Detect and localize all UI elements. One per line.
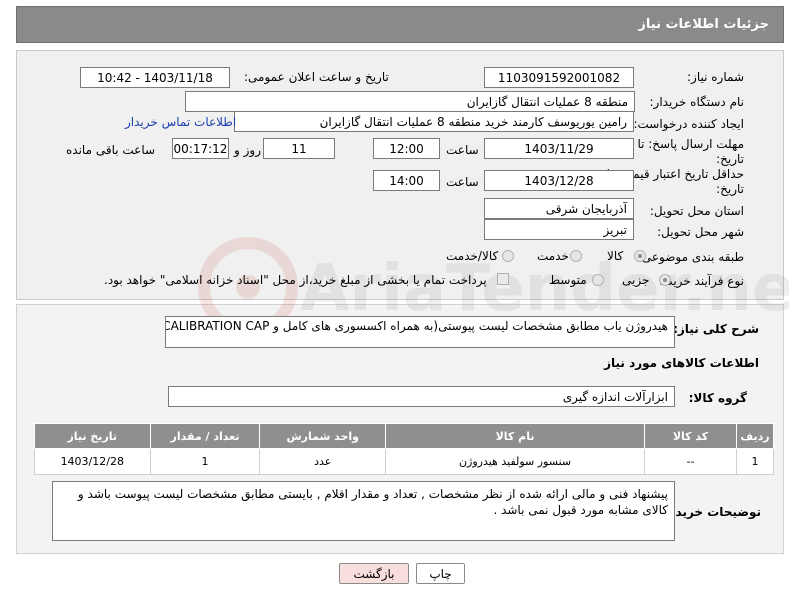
buyer-contact-link[interactable]: اطلاعات تماس خریدار: [125, 115, 236, 129]
page-header: جزئیات اطلاعات نیاز: [16, 6, 784, 43]
remaining-time-field: 00:17:12: [172, 138, 229, 159]
cell-need-date: 1403/12/28: [34, 448, 151, 475]
description-label: شرح کلی نیاز:: [673, 322, 759, 336]
deadline-label: مهلت ارسال پاسخ: تا: [637, 137, 744, 151]
goods-group-label: گروه کالا:: [688, 391, 747, 405]
col-need-date: تاریخ نیاز: [34, 423, 151, 449]
treasury-payment-checkbox[interactable]: [497, 273, 509, 285]
col-unit: واحد شمارش: [259, 423, 387, 449]
purchase-minor-label: جزیی: [622, 273, 650, 287]
deadline-date-label: تاریخ:: [716, 152, 744, 166]
col-row-number: ردیف: [736, 423, 774, 449]
category-goods-radio[interactable]: [634, 250, 646, 262]
treasury-payment-note: پرداخت تمام یا بخشی از مبلغ خرید،از محل …: [104, 273, 487, 287]
announce-date-field: 1403/11/18 - 10:42: [80, 67, 230, 88]
days-remaining-field: 11: [263, 138, 335, 159]
buyer-org-label: نام دستگاه خریدار:: [649, 95, 745, 109]
announce-date-label: تاریخ و ساعت اعلان عمومی:: [244, 70, 389, 84]
price-validity-time-field: 14:00: [373, 170, 440, 191]
price-validity-date-field: 1403/12/28: [484, 170, 634, 191]
city-field: تبریز: [484, 219, 634, 240]
category-service-label: خدمت: [537, 249, 569, 263]
col-quantity: تعداد / مقدار: [149, 423, 261, 449]
buyer-org-field: منطقه 8 عملیات انتقال گازایران: [185, 91, 635, 112]
category-service-radio[interactable]: [570, 250, 582, 262]
col-goods-name: نام کالا: [385, 423, 646, 449]
category-goods-service-radio[interactable]: [502, 250, 514, 262]
days-label: روز و: [234, 143, 261, 157]
deadline-date-field: 1403/11/29: [484, 138, 634, 159]
city-label: شهر محل تحویل:: [657, 225, 744, 239]
cell-quantity: 1: [149, 448, 261, 475]
back-button[interactable]: بازگشت: [339, 563, 409, 584]
category-goods-label: کالا: [607, 249, 624, 263]
cell-goods-code: --: [644, 448, 737, 475]
requester-field: رامین یوریوسف کارمند خرید منطقه 8 عملیات…: [234, 111, 634, 132]
price-validity-date-label: تاریخ:: [716, 182, 744, 196]
cell-goods-name: سنسور سولفید هیدروژن: [385, 448, 646, 475]
category-goods-service-label: کالا/خدمت: [446, 249, 499, 263]
cell-row-number: 1: [736, 448, 774, 475]
print-button[interactable]: چاپ: [416, 563, 465, 584]
goods-group-field: ابزارآلات اندازه گیری: [168, 386, 675, 407]
goods-table-header: ردیف کد کالا نام کالا واحد شمارش تعداد /…: [34, 423, 774, 449]
need-number-field: 1103091592001082: [484, 67, 634, 88]
deadline-time-label: ساعت: [446, 143, 479, 157]
goods-info-title: اطلاعات کالاهای مورد نیاز: [604, 356, 759, 370]
purchase-medium-radio[interactable]: [592, 274, 604, 286]
province-label: استان محل تحویل:: [649, 204, 744, 218]
remaining-time-label: ساعت باقی مانده: [66, 143, 156, 157]
page-title: جزئیات اطلاعات نیاز: [638, 17, 769, 32]
goods-table: ردیف کد کالا نام کالا واحد شمارش تعداد /…: [34, 423, 774, 475]
category-label: طبقه بندی موضوعی:: [637, 250, 744, 264]
requester-label: ایجاد کننده درخواست:: [633, 117, 744, 131]
description-field: هیدروژن یاب مطابق مشخصات لیست پیوستی(به …: [165, 316, 675, 348]
cell-unit: عدد: [259, 448, 387, 475]
col-goods-code: کد کالا: [644, 423, 737, 449]
buyer-notes-field: پیشنهاد فنی و مالی ارائه شده از نظر مشخص…: [52, 481, 675, 541]
table-row: 1 -- سنسور سولفید هیدروژن عدد 1 1403/12/…: [34, 448, 774, 475]
province-field: آذربایجان شرقی: [484, 198, 634, 219]
purchase-type-label: نوع فرآیند خرید :: [659, 274, 744, 288]
deadline-time-field: 12:00: [373, 138, 440, 159]
need-number-label: شماره نیاز:: [687, 70, 744, 84]
price-validity-time-label: ساعت: [446, 175, 479, 189]
need-details-page: جزئیات اطلاعات نیاز AriaTender.neT شماره…: [0, 0, 789, 598]
purchase-medium-label: متوسط: [549, 273, 587, 287]
purchase-minor-radio[interactable]: [659, 274, 671, 286]
